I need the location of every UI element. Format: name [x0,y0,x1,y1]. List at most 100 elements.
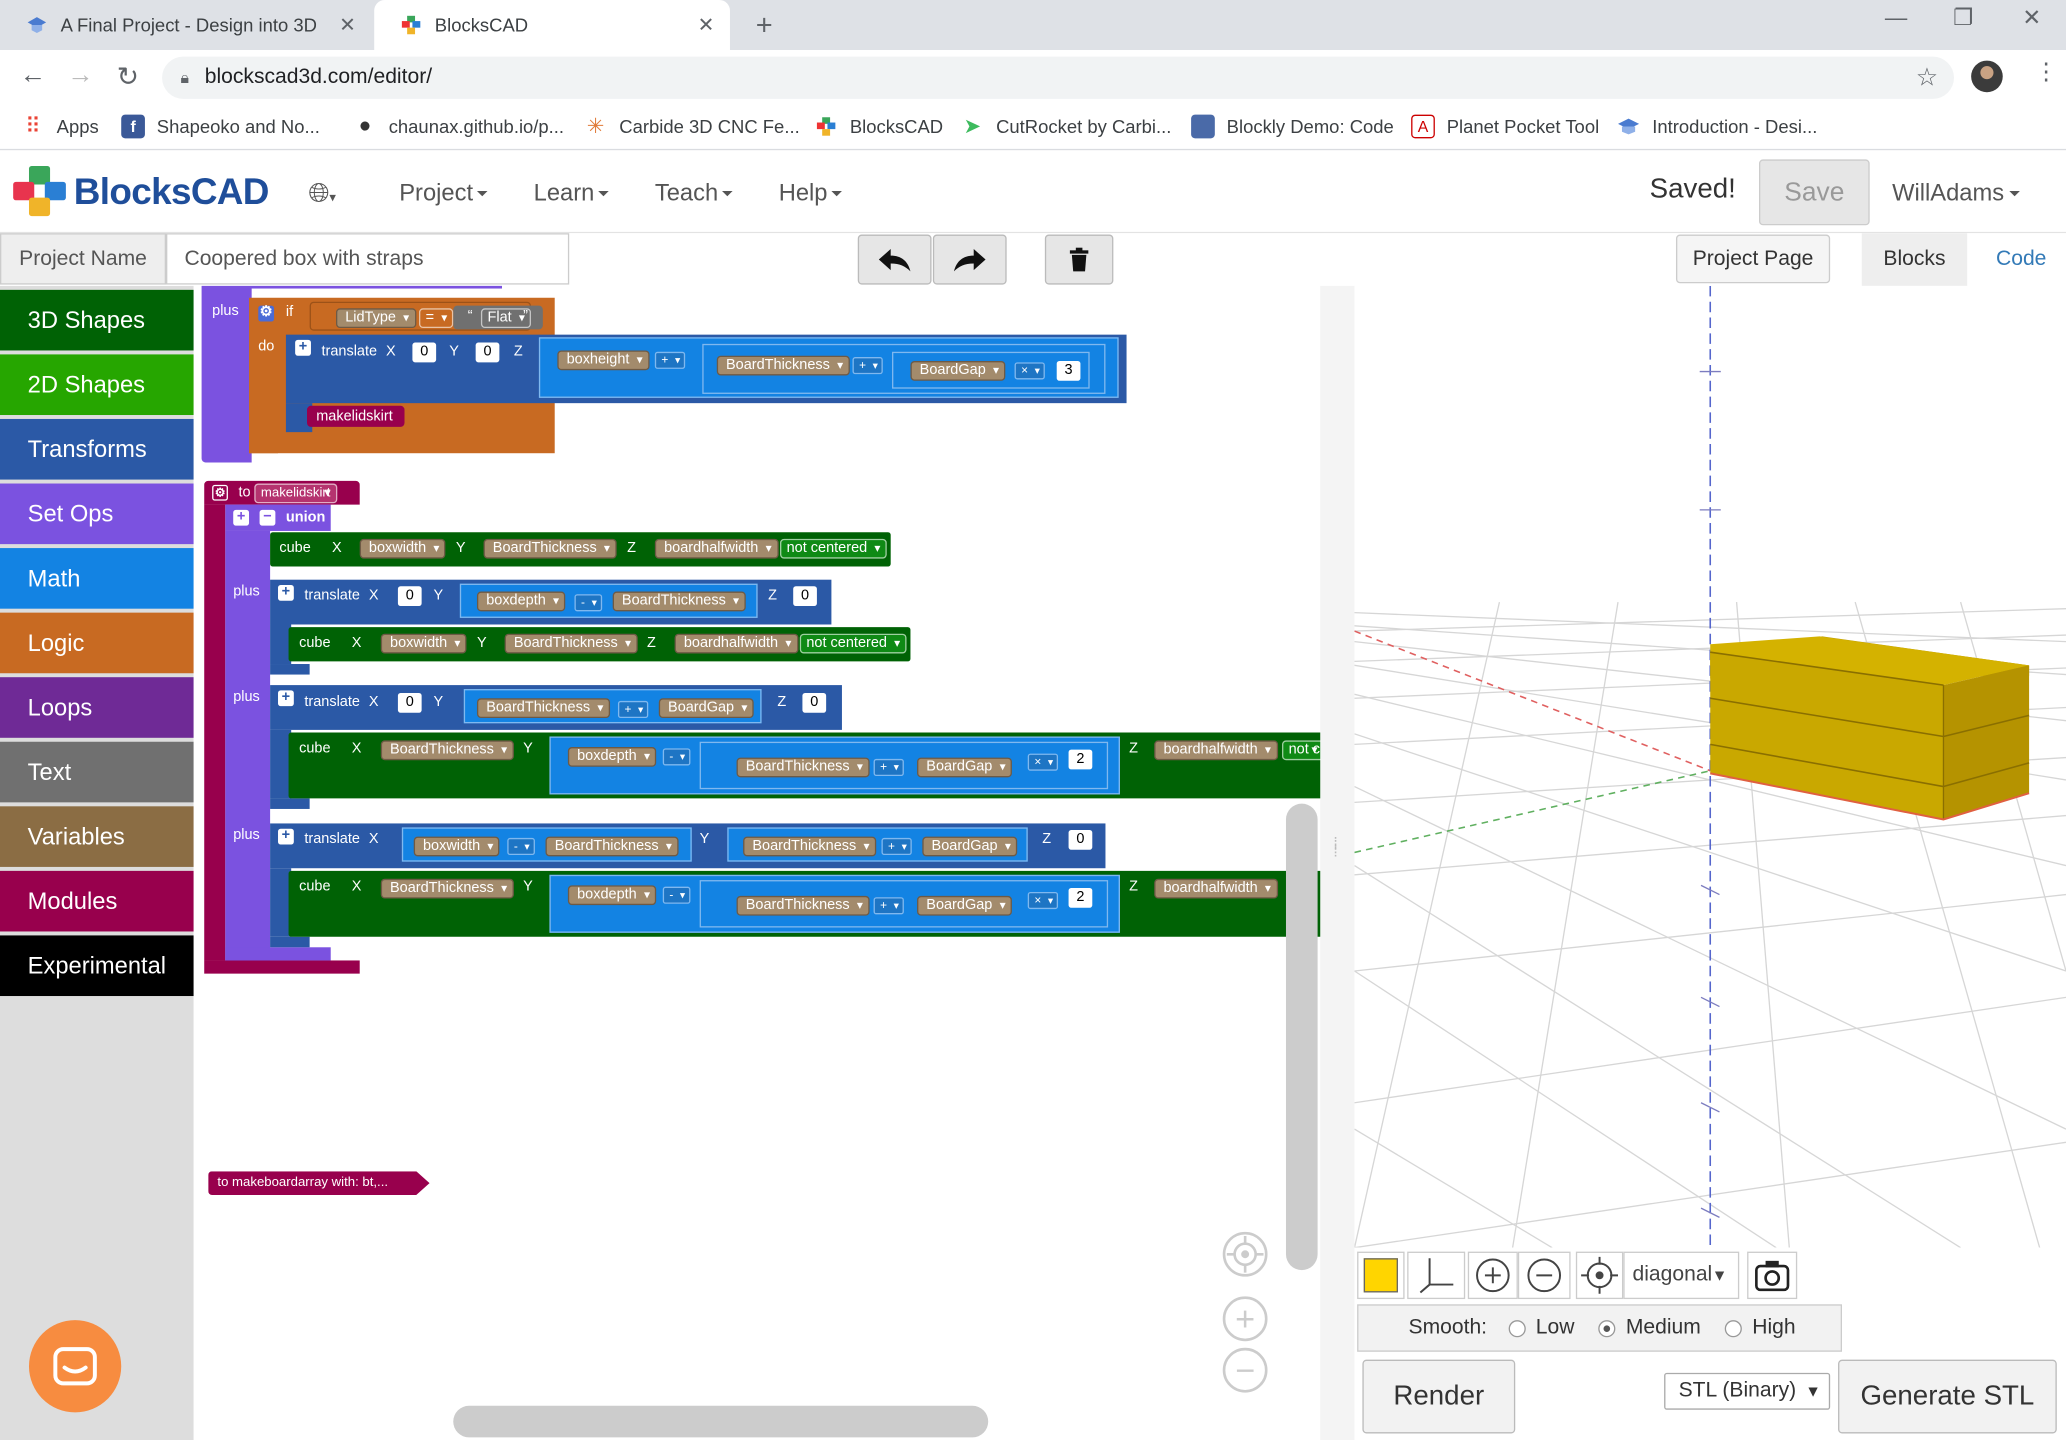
op-add[interactable]: + [617,700,649,719]
category-experimental[interactable]: Experimental [0,935,194,997]
chat-launcher-button[interactable] [28,1320,122,1413]
var-boardthickness[interactable]: BoardThickness [736,757,870,778]
var-boardgap[interactable]: BoardGap [917,757,1013,778]
number-input[interactable]: 0 [1068,830,1093,850]
op-add[interactable]: + [852,357,884,375]
viewer-zoom-in-button[interactable] [1467,1251,1518,1300]
language-globe-icon[interactable]: 🌐︎▾ [308,179,336,209]
bookmark-planet-pocket[interactable]: A Planet Pocket Tool [1411,105,1599,147]
var-boxdepth[interactable]: boxdepth [476,591,566,612]
forward-arrow-icon[interactable]: → [63,61,97,91]
axes-toggle-button[interactable] [1407,1251,1466,1300]
expand-icon[interactable]: + [278,584,294,601]
expand-icon[interactable]: + [278,690,294,707]
bookmark-shapeoko[interactable]: f Shapeoko and No... [121,105,320,147]
number-input[interactable]: 0 [397,693,422,713]
var-boxwidth[interactable]: boxwidth [359,538,446,559]
bookmark-cutrocket[interactable]: ➤ CutRocket by Carbi... [961,105,1172,147]
var-lidtype[interactable]: LidType [335,308,416,329]
menu-project[interactable]: Project [399,179,487,207]
bookmark-chaunax[interactable]: ● chaunax.github.io/p... [353,105,564,147]
var-boxwidth[interactable]: boxwidth [413,836,500,857]
op-equals[interactable]: = [418,308,454,329]
module-name[interactable]: makelidskirt [254,483,338,504]
render-button[interactable]: Render [1362,1359,1516,1434]
browser-tab-blockscad[interactable]: BlocksCAD ✕ [374,0,730,51]
project-page-button[interactable]: Project Page [1675,234,1831,284]
radio-high[interactable] [1724,1319,1742,1337]
smooth-low-option[interactable]: Low [1508,1316,1574,1340]
view-mode-select[interactable]: diagonal ▼ [1623,1251,1740,1300]
category-transforms[interactable]: Transforms [0,418,194,480]
op-multiply[interactable]: × [1027,753,1059,771]
center-dropdown[interactable]: not centered [780,538,887,559]
category-set-ops[interactable]: Set Ops [0,483,194,545]
url-field[interactable]: 🔒︎ blockscad3d.com/editor/ ☆ [162,56,1955,99]
category-logic[interactable]: Logic [0,612,194,674]
category-math[interactable]: Math [0,548,194,609]
var-boxdepth[interactable]: boxdepth [567,747,657,767]
save-button[interactable]: Save [1758,159,1870,226]
workspace-horizontal-scrollbar[interactable] [453,1405,989,1438]
var-boardgap[interactable]: BoardGap [917,895,1013,916]
number-input[interactable]: 0 [397,586,422,607]
window-close-icon[interactable]: ✕ [2012,5,2052,31]
collapse-icon[interactable]: − [259,509,276,526]
tab-code[interactable]: Code [1976,233,2066,286]
gear-icon[interactable]: ⚙ [212,484,228,501]
var-boardthickness[interactable]: BoardThickness [545,836,679,857]
bookmark-carbide[interactable]: ✳ Carbide 3D CNC Fe... [584,105,800,147]
minimize-icon[interactable]: — [1876,5,1916,31]
var-boardthickness[interactable]: BoardThickness [743,836,877,857]
color-swatch-button[interactable] [1357,1251,1405,1300]
var-boardgap[interactable]: BoardGap [910,360,1006,381]
bookmark-apps[interactable]: ⠿ Apps [21,105,99,147]
var-boardthickness[interactable]: BoardThickness [716,355,850,376]
category-text[interactable]: Text [0,741,194,803]
var-boardhalfwidth[interactable]: boardhalfwidth [1154,878,1278,899]
category-modules[interactable]: Modules [0,870,194,932]
var-boardthickness[interactable]: BoardThickness [736,895,870,916]
category-loops[interactable]: Loops [0,677,194,738]
new-tab-button[interactable]: + [748,8,780,42]
close-tab-icon[interactable]: ✕ [698,13,715,37]
op-subtract[interactable]: - [662,748,691,766]
var-boardthickness[interactable]: BoardThickness [504,633,638,654]
expand-icon[interactable]: + [233,509,250,526]
op-add[interactable]: + [654,351,686,369]
export-format-select[interactable]: STL (Binary) ▼ [1664,1372,1831,1410]
expand-icon[interactable]: + [295,339,311,356]
op-subtract[interactable]: - [662,886,691,904]
smooth-medium-option[interactable]: Medium [1598,1316,1701,1340]
op-multiply[interactable]: × [1014,362,1046,380]
number-input[interactable]: 0 [475,342,500,363]
recenter-icon[interactable] [1222,1231,1268,1277]
workspace-vertical-scrollbar[interactable] [1285,803,1318,1271]
viewer-zoom-out-button[interactable] [1517,1251,1571,1300]
profile-avatar[interactable] [1971,60,2003,93]
menu-help[interactable]: Help [779,179,842,207]
blocks-workspace[interactable]: plus ⚙ if LidType = “ Flat ” do + transl… [193,285,1327,1440]
undo-button[interactable] [857,234,932,285]
op-add[interactable]: + [873,897,905,915]
var-boardthickness[interactable]: BoardThickness [483,538,617,559]
project-name-input[interactable]: Coopered box with straps [166,233,570,285]
menu-teach[interactable]: Teach [655,179,733,207]
op-multiply[interactable]: × [1027,891,1059,910]
var-boxdepth[interactable]: boxdepth [567,885,657,906]
var-boardthickness[interactable]: BoardThickness [476,698,610,719]
reload-icon[interactable]: ↻ [111,61,145,94]
bookmark-blockly[interactable]: Blockly Demo: Code [1191,105,1394,147]
viewer-recenter-button[interactable] [1575,1251,1624,1300]
back-arrow-icon[interactable]: ← [16,61,50,91]
browser-menu-icon[interactable]: ⋮ [2034,58,2058,86]
close-tab-icon[interactable]: ✕ [339,13,356,37]
op-subtract[interactable]: - [507,837,535,856]
var-boardthickness[interactable]: BoardThickness [612,591,746,612]
var-boardhalfwidth[interactable]: boardhalfwidth [674,633,798,654]
number-input[interactable]: 2 [1068,749,1093,770]
var-boardgap[interactable]: BoardGap [658,698,754,719]
user-menu[interactable]: WillAdams [1892,179,2020,207]
op-add[interactable]: + [881,837,913,856]
menu-learn[interactable]: Learn [534,179,609,207]
